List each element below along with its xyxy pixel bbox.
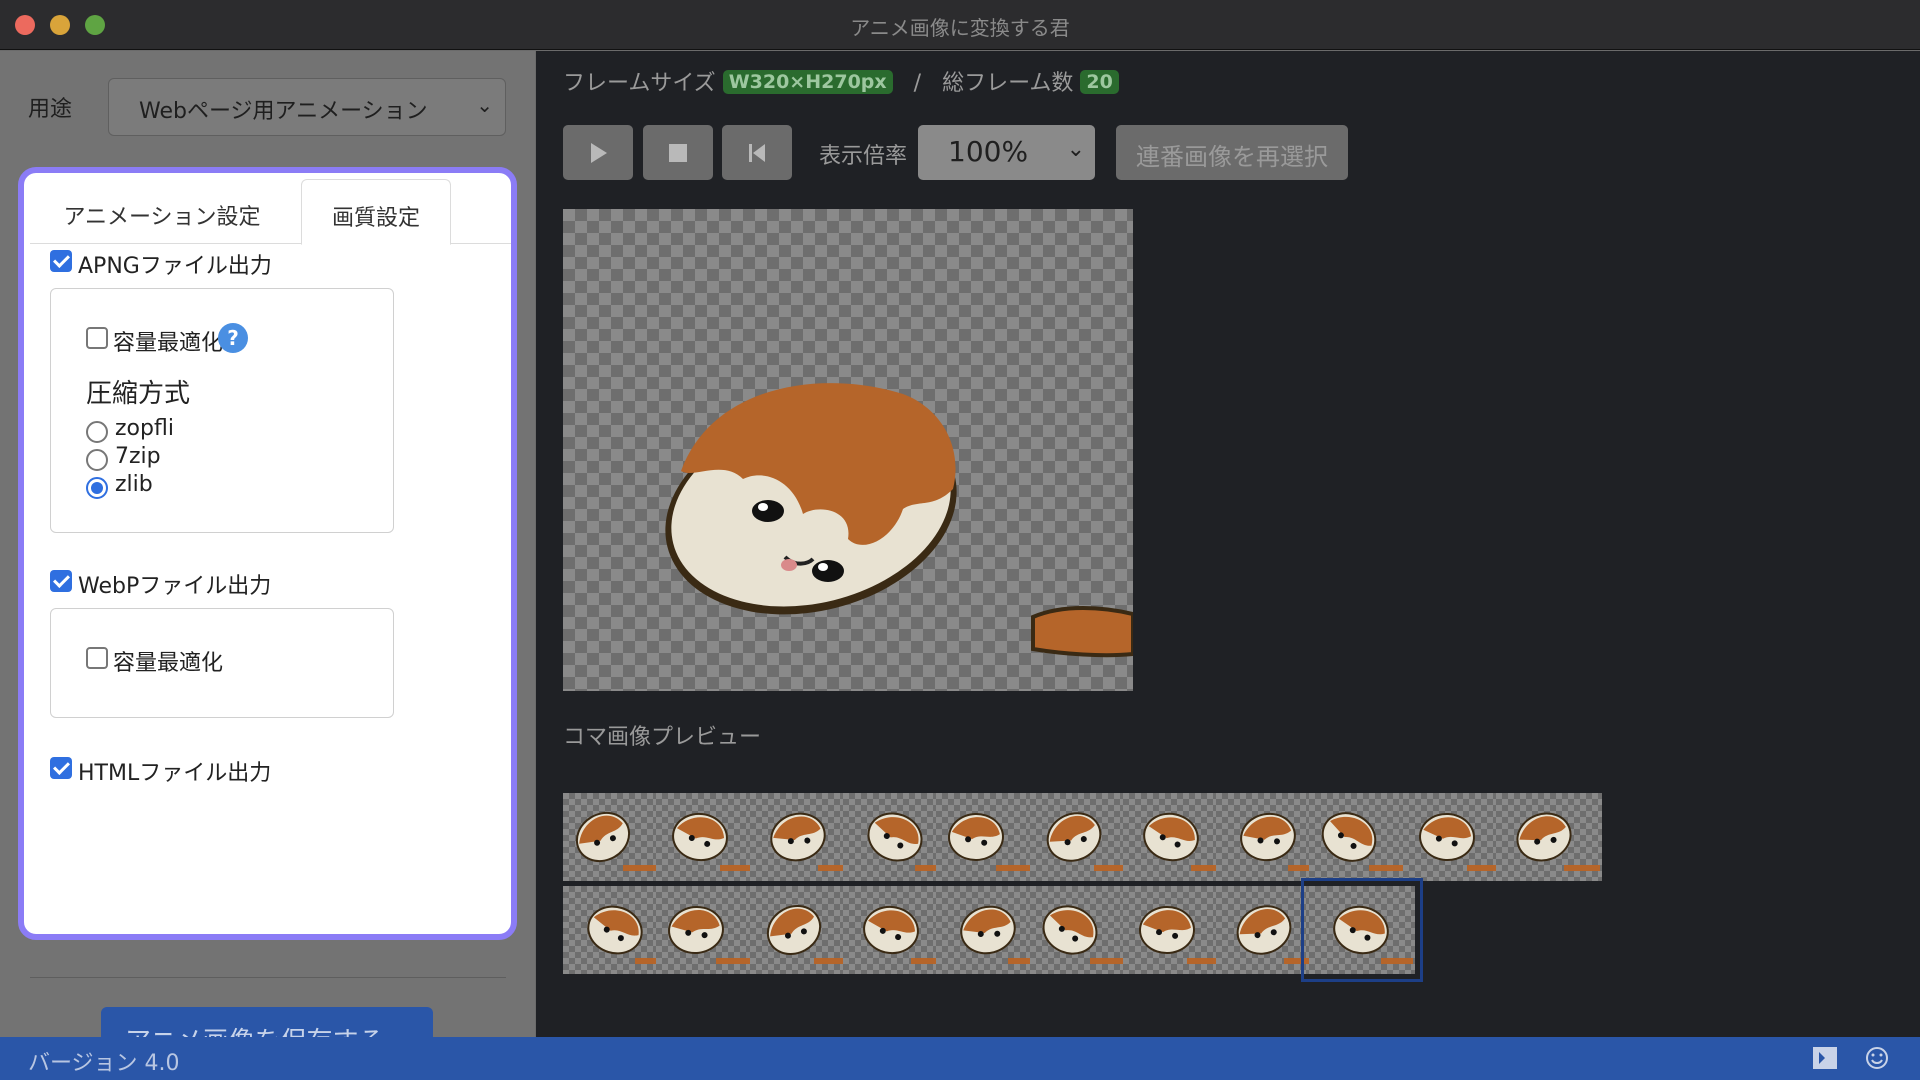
webp-output-label: WebPファイル出力 [78, 574, 272, 599]
frame-thumbnail[interactable] [1122, 793, 1229, 881]
frame-thumbnail[interactable] [749, 886, 856, 974]
total-frames-badge: 20 [1080, 70, 1119, 94]
zoom-value: 100% [948, 135, 1029, 168]
tab-animation-settings[interactable]: アニメーション設定 [30, 179, 294, 245]
webp-output-checkbox[interactable] [50, 570, 72, 592]
frame-info: フレームサイズ W320×H270px / 総フレーム数 20 [563, 65, 1119, 97]
frame-thumbnail[interactable] [1029, 886, 1136, 974]
frame-thumbnail[interactable] [1301, 878, 1424, 982]
radio-7zip-label: 7zip [115, 444, 161, 469]
frame-thumbnail[interactable] [1216, 886, 1323, 974]
frame-thumbnail[interactable] [656, 793, 763, 881]
html-output-checkbox[interactable] [50, 757, 72, 779]
settings-panel: 用途 Webページ用アニメーション ⌄ アニメーション設定 画質設定 APNGフ… [0, 51, 535, 1057]
radio-zlib[interactable] [86, 477, 108, 499]
rewind-button[interactable] [722, 125, 792, 180]
radio-zopfli[interactable] [86, 421, 108, 443]
webp-optimize-checkbox[interactable] [86, 647, 108, 669]
frame-thumbnail[interactable] [1402, 793, 1509, 881]
apng-output-checkbox[interactable] [50, 250, 72, 272]
status-bar: バージョン 4.0 [0, 1037, 1920, 1080]
stop-button[interactable] [643, 125, 713, 180]
radio-7zip[interactable] [86, 449, 108, 471]
apng-optimize-checkbox[interactable] [86, 327, 108, 349]
frame-thumbnail[interactable] [1029, 793, 1136, 881]
frame-thumbnail[interactable] [1122, 886, 1229, 974]
compression-heading: 圧縮方式 [86, 379, 191, 409]
webp-options-box: 容量最適化 [50, 608, 394, 718]
frame-thumbnail[interactable] [842, 793, 949, 881]
play-button[interactable] [563, 125, 633, 180]
divider [30, 977, 506, 978]
reselect-images-button[interactable]: 連番画像を再選択 [1116, 125, 1348, 180]
play-icon [591, 143, 607, 163]
version-label: バージョン 4.0 [28, 1051, 180, 1076]
frame-thumbnail[interactable] [1216, 793, 1323, 881]
shortcut-icon[interactable] [1811, 1044, 1841, 1072]
webp-optimize-label: 容量最適化 [113, 651, 224, 676]
character-image [665, 383, 1133, 658]
settings-tabs: アニメーション設定 画質設定 [30, 173, 511, 245]
settings-card: アニメーション設定 画質設定 APNGファイル出力 容量最適化 ? 圧縮方式 z… [18, 167, 517, 940]
apng-optimize-label: 容量最適化 [113, 331, 224, 356]
frame-thumbnail[interactable] [842, 886, 949, 974]
help-icon[interactable]: ? [218, 323, 248, 353]
frame-thumbnail[interactable] [656, 886, 763, 974]
total-frames-label: 総フレーム数 [942, 71, 1074, 96]
smile-icon[interactable] [1863, 1044, 1891, 1072]
chevron-down-icon: ⌄ [476, 93, 493, 117]
frame-size-label: フレームサイズ [563, 71, 716, 96]
skip-back-icon [749, 144, 765, 162]
info-separator: / [913, 71, 922, 96]
title-bar: アニメ画像に変換する君 [0, 0, 1920, 50]
chevron-down-icon: ⌄ [1066, 137, 1085, 162]
window-title: アニメ画像に変換する君 [850, 16, 1070, 40]
frame-thumbnail[interactable] [749, 793, 856, 881]
usage-label: 用途 [28, 97, 73, 122]
frame-thumbnail[interactable] [1496, 793, 1602, 881]
frame-thumbnail[interactable] [563, 793, 669, 881]
frame-thumbnail[interactable] [1309, 793, 1416, 881]
zoom-select[interactable]: 100% ⌄ [918, 125, 1095, 180]
frames-label: コマ画像プレビュー [563, 725, 762, 750]
apng-output-label: APNGファイル出力 [78, 254, 272, 279]
usage-select[interactable]: Webページ用アニメーション ⌄ [108, 78, 506, 136]
radio-zlib-label: zlib [115, 472, 153, 497]
frame-size-badge: W320×H270px [722, 70, 893, 94]
stop-icon [669, 144, 687, 162]
frame-thumbnail[interactable] [936, 886, 1043, 974]
usage-select-value: Webページ用アニメーション [139, 99, 428, 124]
animation-preview [563, 209, 1133, 691]
frame-thumbnail[interactable] [563, 886, 669, 974]
apng-options-box: 容量最適化 ? 圧縮方式 zopfli 7zip zlib [50, 288, 394, 533]
html-output-label: HTMLファイル出力 [78, 761, 272, 786]
tab-quality-settings[interactable]: 画質設定 [301, 179, 451, 245]
frame-thumbnail[interactable] [936, 793, 1043, 881]
zoom-label: 表示倍率 [819, 144, 908, 169]
radio-zopfli-label: zopfli [115, 416, 174, 441]
preview-panel: フレームサイズ W320×H270px / 総フレーム数 20 表示倍率 100… [536, 51, 1920, 1037]
